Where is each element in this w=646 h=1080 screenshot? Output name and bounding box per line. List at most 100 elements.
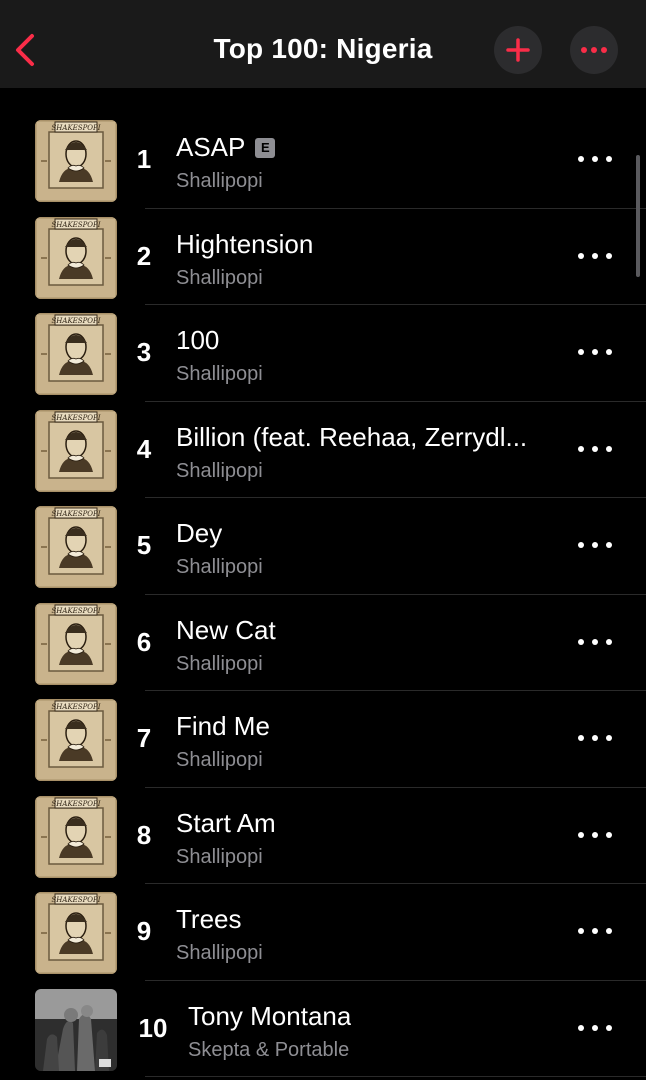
ellipsis-dot-icon: [592, 831, 598, 838]
track-row[interactable]: SHAKESPOPI 6 New Cat Shallipopi: [0, 595, 646, 691]
ellipsis-dot-icon: [578, 928, 584, 934]
track-title: Start Am: [176, 807, 276, 838]
ellipsis-dot-icon: [606, 156, 612, 162]
track-title: ASAP: [176, 132, 246, 162]
svg-text:SHAKESPOPI: SHAKESPOPI: [51, 607, 100, 615]
album-art-shakespopi: SHAKESPOPI: [35, 699, 117, 781]
track-row[interactable]: SHAKESPOPI 8 Start Am Shallipopi: [0, 788, 646, 884]
ellipsis-dot-icon: [606, 928, 612, 934]
track-title-line: Tony Montana: [188, 1001, 556, 1032]
track-row[interactable]: SHAKESPOPI 2 Hightension Shallipopi: [0, 209, 646, 305]
track-title: Billion (feat. Reehaa, Zerrydl...: [176, 421, 528, 452]
ellipsis-dot-icon: [578, 638, 584, 645]
album-art-shakespopi: SHAKESPOPI: [35, 216, 117, 299]
svg-text:SHAKESPOPI: SHAKESPOPI: [51, 414, 100, 422]
ellipsis-dot-icon: [578, 156, 584, 162]
track-title: Find Me: [176, 711, 270, 741]
album-art: SHAKESPOPI: [35, 409, 117, 492]
svg-text:SHAKESPOPI: SHAKESPOPI: [51, 124, 100, 132]
album-art: SHAKESPOPI: [35, 313, 117, 395]
svg-text:SHAKESPOPI: SHAKESPOPI: [51, 317, 100, 325]
track-title: Trees: [176, 904, 242, 934]
svg-text:SHAKESPOPI: SHAKESPOPI: [51, 703, 100, 711]
track-more-button[interactable]: [578, 726, 612, 750]
track-artist: Shallipopi: [176, 652, 263, 675]
track-row[interactable]: SHAKESPOPI 5 Dey Shallipopi: [0, 498, 646, 595]
album-art-tony-montana: [35, 988, 117, 1071]
track-row[interactable]: SHAKESPOPI 7 Find Me Shallipopi: [0, 691, 646, 788]
track-artist: Shallipopi: [176, 363, 263, 385]
track-title-line: Dey: [176, 518, 556, 549]
track-row[interactable]: SHAKESPOPI 3 100 Shallipopi: [0, 305, 646, 402]
album-art-shakespopi: SHAKESPOPI: [35, 892, 117, 974]
add-button[interactable]: [494, 26, 542, 74]
track-more-button[interactable]: [578, 1016, 612, 1040]
album-art: SHAKESPOPI: [35, 506, 117, 588]
explicit-badge: E: [255, 137, 276, 158]
track-artist: Shallipopi: [176, 556, 263, 578]
track-rank: 3: [136, 337, 152, 367]
track-row[interactable]: SHAKESPOPI 4 Billion (feat. Reehaa, Zerryd…: [0, 402, 646, 498]
album-art-shakespopi: SHAKESPOPI: [35, 602, 117, 685]
track-more-button[interactable]: [578, 340, 612, 364]
more-options-button[interactable]: [570, 26, 618, 74]
svg-text:SHAKESPOPI: SHAKESPOPI: [51, 800, 100, 808]
track-row[interactable]: SHAKESPOPI 9 Trees Shallipopi: [0, 884, 646, 981]
ellipsis-dot-icon: [606, 349, 612, 355]
track-more-button[interactable]: [578, 823, 612, 847]
ellipsis-dot-icon: [592, 252, 598, 259]
track-title-line: Hightension: [176, 229, 556, 260]
track-title-line: 100: [176, 325, 556, 356]
track-rank: 7: [136, 723, 152, 753]
track-title-line: Billion (feat. Reehaa, Zerrydl...: [176, 422, 556, 453]
scrollbar[interactable]: [636, 155, 640, 277]
track-artist: Shallipopi: [176, 845, 263, 868]
ellipsis-dot-icon: [592, 349, 598, 355]
ellipsis-dot-icon: [592, 445, 598, 452]
track-more-button[interactable]: [578, 919, 612, 943]
ellipsis-dot-icon: [606, 542, 612, 548]
track-row[interactable]: 10 Tony Montana Skepta & Portable: [0, 981, 646, 1077]
track-title: 100: [176, 325, 220, 355]
ellipsis-dot-icon: [578, 831, 584, 838]
track-artist: Shallipopi: [176, 749, 263, 771]
album-art: SHAKESPOPI: [35, 892, 117, 974]
album-art-shakespopi: SHAKESPOPI: [35, 313, 117, 395]
album-art-shakespopi: SHAKESPOPI: [35, 506, 117, 588]
track-artist: Shallipopi: [176, 266, 263, 289]
track-more-button[interactable]: [578, 147, 612, 171]
track-more-button[interactable]: [578, 533, 612, 557]
track-row[interactable]: SHAKESPOPI 1 ASAP E Shallipopi: [0, 112, 646, 209]
track-more-button[interactable]: [578, 437, 612, 461]
track-more-button[interactable]: [578, 630, 612, 654]
ellipsis-dot-icon: [606, 445, 612, 452]
track-rank: 1: [136, 144, 152, 174]
ellipsis-dot-icon: [592, 1024, 598, 1031]
track-rank: 2: [136, 240, 152, 271]
album-art: SHAKESPOPI: [35, 795, 117, 878]
ellipsis-dot-icon: [578, 445, 584, 452]
ellipsis-icon: [581, 47, 607, 53]
track-artist: Skepta & Portable: [188, 1038, 350, 1061]
svg-text:SHAKESPOPI: SHAKESPOPI: [51, 221, 100, 229]
ellipsis-dot-icon: [592, 542, 598, 548]
ellipsis-dot-icon: [592, 156, 598, 162]
row-divider: [145, 1076, 646, 1077]
plus-icon: [506, 38, 530, 62]
track-title-line: Start Am: [176, 808, 556, 839]
track-artist: Shallipopi: [176, 459, 263, 482]
svg-text:SHAKESPOPI: SHAKESPOPI: [51, 896, 100, 904]
album-art-shakespopi: SHAKESPOPI: [35, 409, 117, 492]
album-art: SHAKESPOPI: [35, 699, 117, 781]
track-title: New Cat: [176, 614, 276, 645]
ellipsis-dot-icon: [592, 638, 598, 645]
track-rank: 5: [136, 530, 152, 560]
track-more-button[interactable]: [578, 244, 612, 268]
ellipsis-dot-icon: [606, 831, 612, 838]
ellipsis-dot-icon: [606, 638, 612, 645]
ellipsis-dot-icon: [606, 252, 612, 259]
track-artist: Shallipopi: [176, 170, 263, 192]
track-rank: 4: [136, 433, 152, 464]
track-list: SHAKESPOPI 1 ASAP E Shallipopi SHAKESPOPI 2 Hig…: [0, 112, 646, 1077]
ellipsis-dot-icon: [578, 252, 584, 259]
